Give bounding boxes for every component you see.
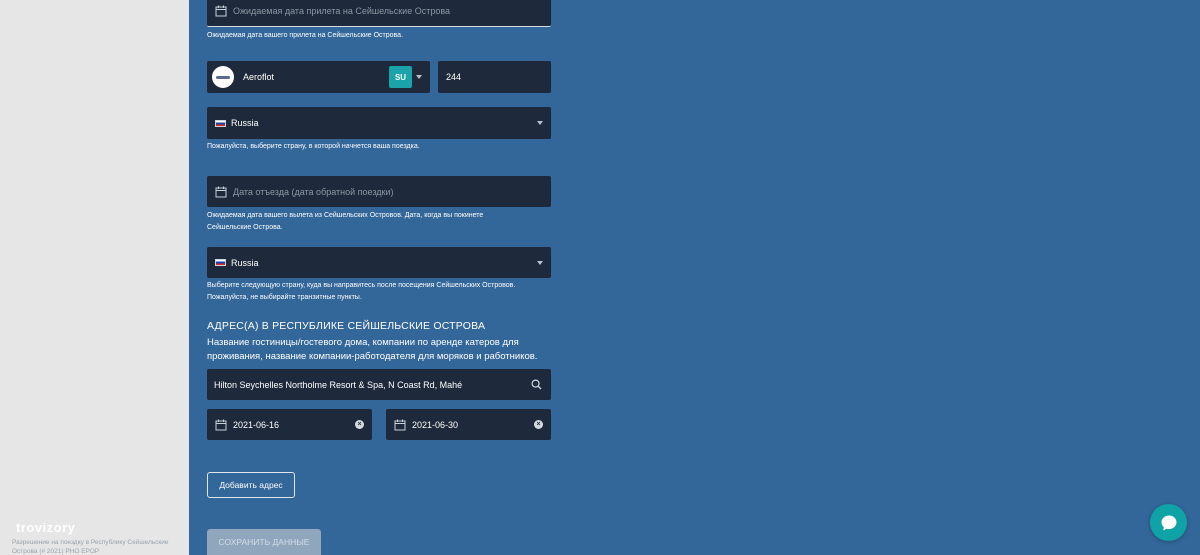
departure-date-placeholder: Дата отъезда (дата обратной поездки) [233, 186, 394, 197]
clear-icon[interactable]: × [355, 420, 364, 429]
address-search-input[interactable]: Hilton Seychelles Northolme Resort & Spa… [207, 369, 551, 400]
add-address-button[interactable]: Добавить адрес [207, 472, 295, 498]
next-country-hint-line2: Пожалуйста, не выбирайте транзитные пунк… [207, 294, 362, 301]
flag-russia-icon [215, 119, 226, 127]
stay-date-to-value: 2021-06-30 [412, 419, 459, 430]
departure-date-field[interactable]: Дата отъезда (дата обратной поездки) [207, 176, 551, 207]
departure-country-value: Russia [231, 118, 259, 128]
calendar-icon [215, 419, 227, 430]
chat-icon [1161, 515, 1176, 530]
calendar-icon [215, 186, 227, 197]
stay-date-from-field[interactable]: 2021-06-16 × [207, 409, 372, 440]
flight-number-value: 244 [446, 72, 462, 82]
departure-country-select[interactable]: Russia [207, 107, 551, 139]
brand-logo: trovizory [16, 520, 76, 535]
airline-logo-icon [212, 66, 234, 88]
caret-down-icon [416, 75, 422, 79]
stay-date-to-field[interactable]: 2021-06-30 × [386, 409, 551, 440]
next-country-hint-line1: Выберите следующую страну, куда вы напра… [207, 282, 516, 289]
calendar-icon [215, 5, 227, 16]
departure-date-hint-line2: Сейшельские Острова. [207, 224, 283, 231]
next-country-hint: Выберите следующую страну, куда вы напра… [207, 280, 515, 304]
airline-name: Aeroflot [243, 72, 275, 82]
arrival-date-field[interactable]: Ожидаемая дата прилета на Сейшельские Ос… [207, 0, 551, 27]
chat-button[interactable] [1150, 504, 1187, 541]
departure-date-hint-line1: Ожидаемая дата вашего вылета из Сейшельс… [207, 212, 484, 219]
stay-date-from-value: 2021-06-16 [233, 419, 280, 430]
calendar-icon [394, 419, 406, 430]
search-icon[interactable] [531, 379, 542, 390]
departure-country-hint: Пожалуйста, выберите страну, в которой н… [207, 143, 420, 150]
caret-down-icon [537, 121, 543, 125]
caret-down-icon [537, 260, 543, 265]
address-section-description: Название гостиницы/гостевого дома, компа… [207, 337, 538, 362]
save-data-button[interactable]: СОХРАНИТЬ ДАННЫЕ [207, 529, 321, 555]
flag-russia-icon [215, 259, 226, 266]
clear-icon[interactable]: × [534, 420, 543, 429]
flight-number-input[interactable]: 244 [438, 61, 551, 93]
next-country-select[interactable]: Russia [207, 247, 551, 278]
sidebar: trovizory Разрешение на поездку в Респуб… [0, 0, 189, 555]
address-value: Hilton Seychelles Northolme Resort & Spa… [214, 379, 463, 390]
airline-code-badge: SU [389, 66, 412, 88]
sidebar-footer-text: Разрешение на поездку в Республику Сейше… [12, 539, 169, 555]
address-section-title: АДРЕС(А) В РЕСПУБЛИКЕ СЕЙШЕЛЬСКИЕ ОСТРОВ… [207, 320, 486, 332]
arrival-date-placeholder: Ожидаемая дата прилета на Сейшельские Ос… [233, 5, 451, 16]
departure-date-hint: Ожидаемая дата вашего вылета из Сейшельс… [207, 210, 483, 234]
airline-select[interactable]: Aeroflot SU [207, 61, 430, 93]
next-country-value: Russia [231, 257, 259, 268]
arrival-date-hint: Ожидаемая дата вашего прилета на Сейшель… [207, 32, 404, 39]
